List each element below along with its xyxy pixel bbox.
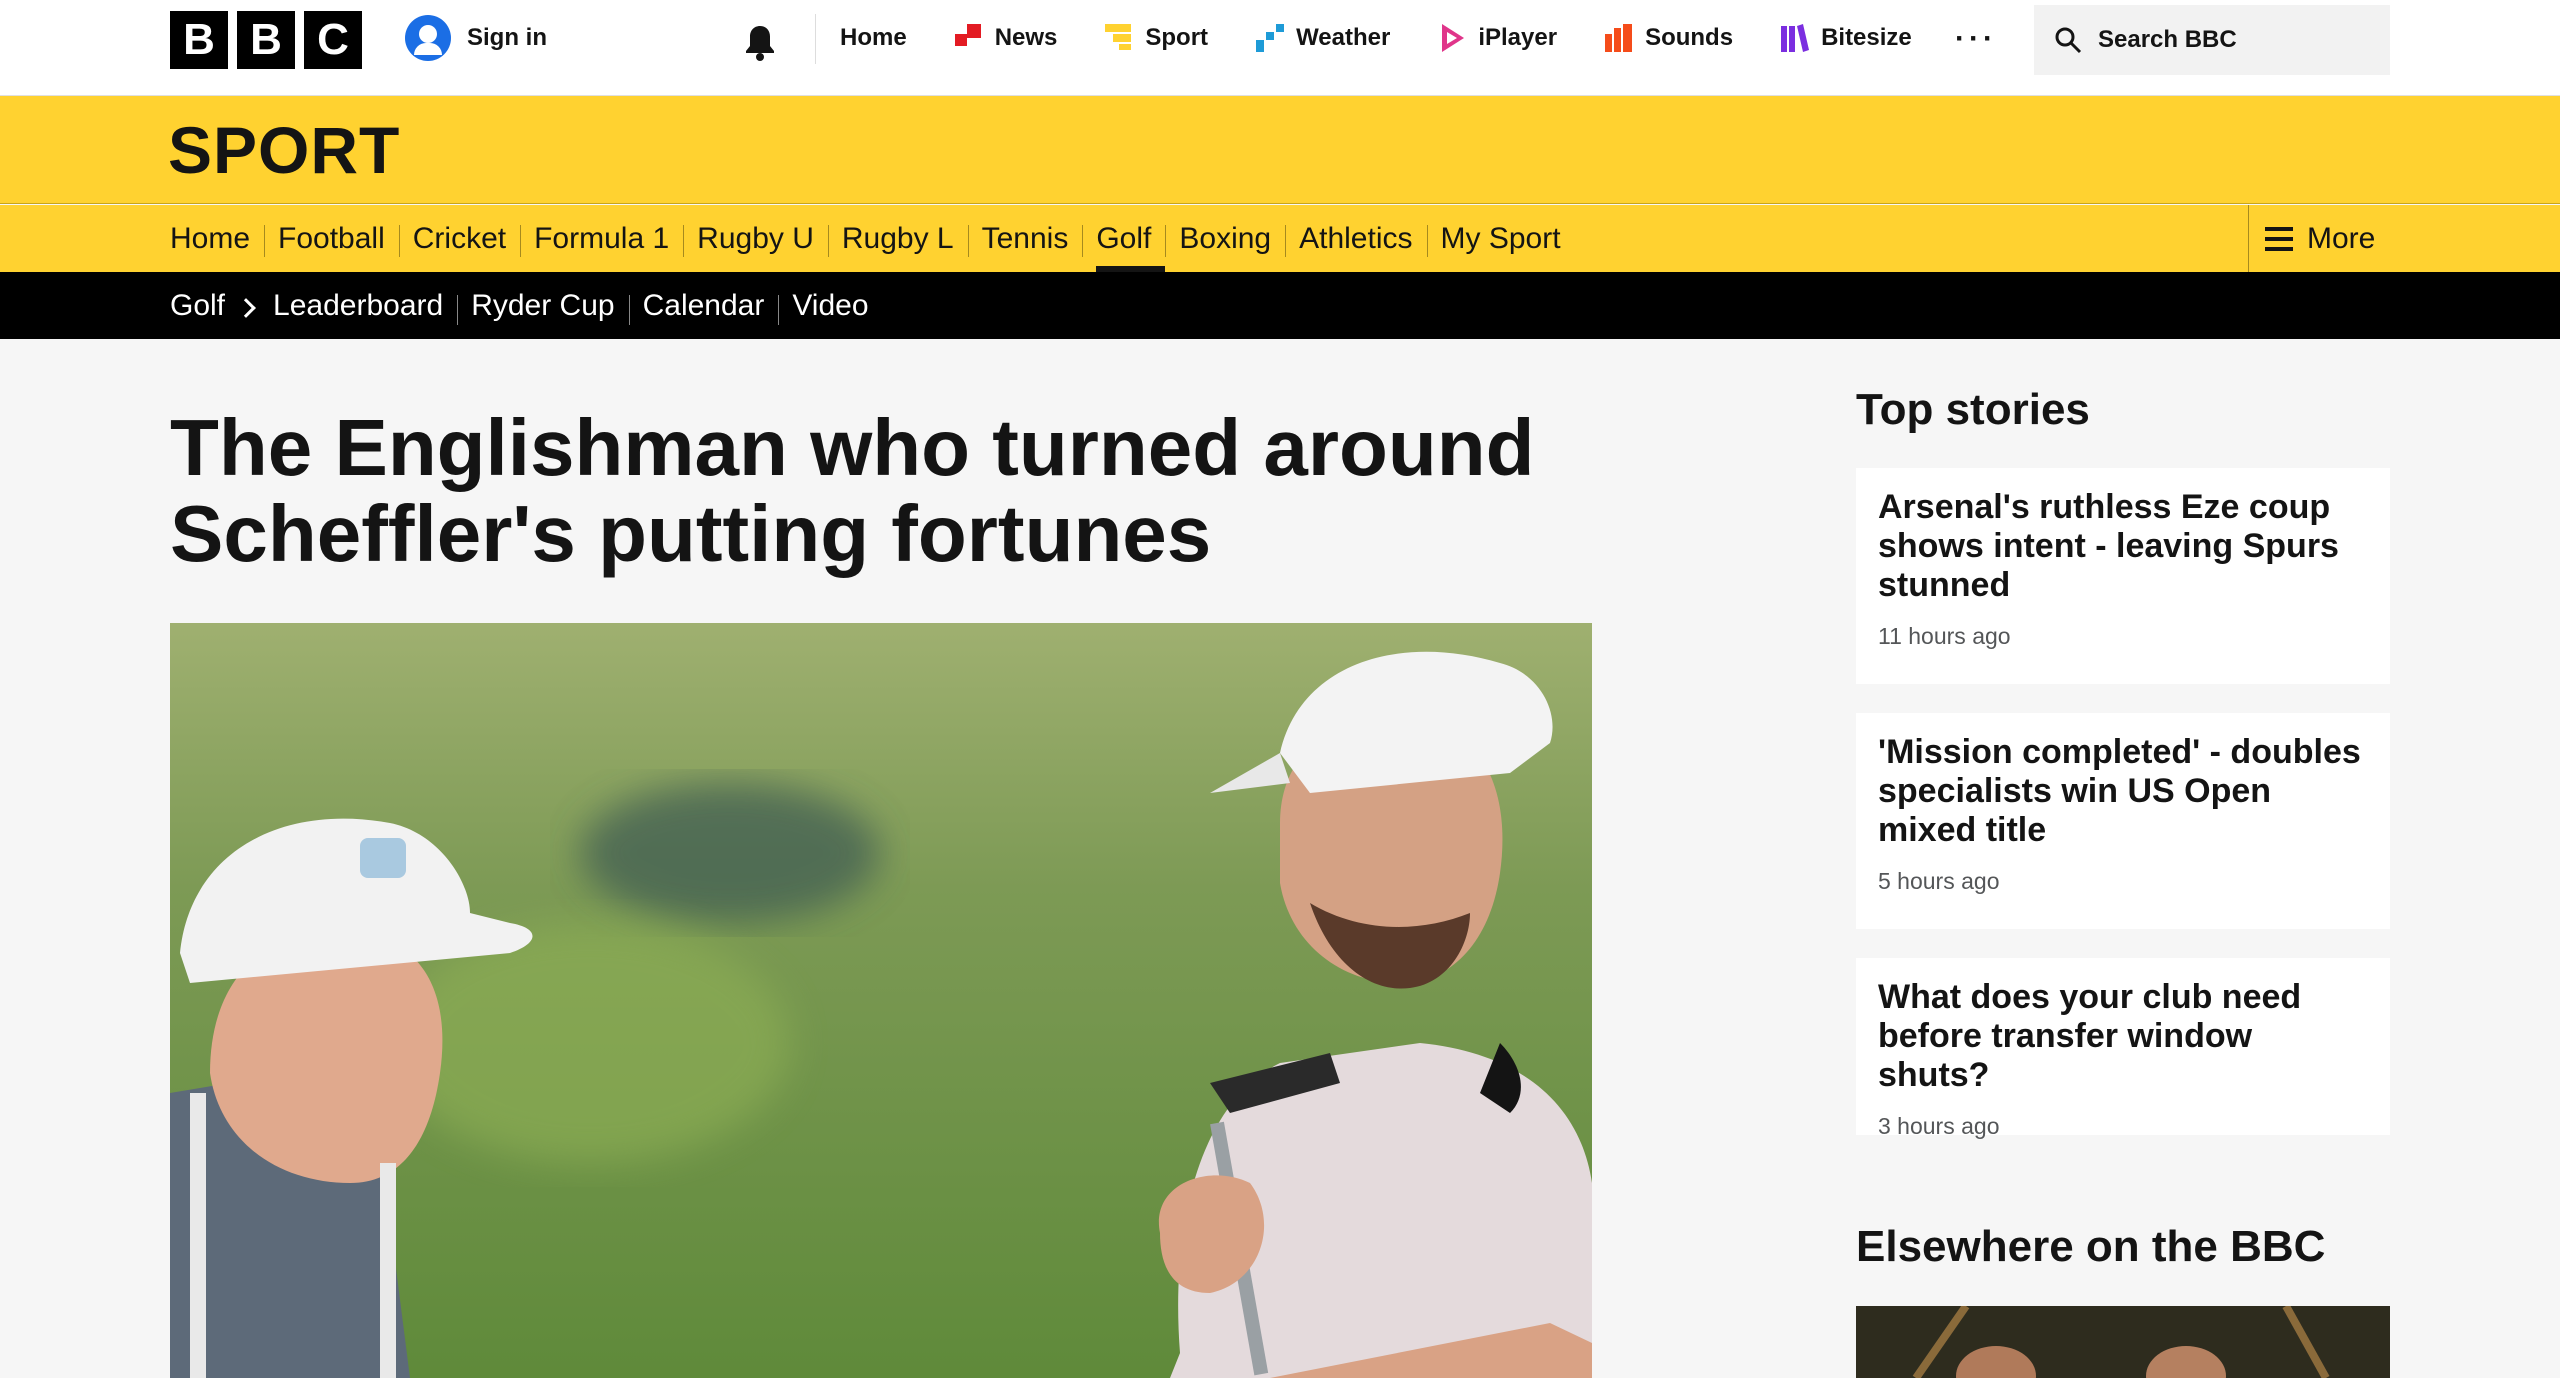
subnav-golf[interactable]: Golf	[156, 289, 239, 323]
sport-nav-cricket[interactable]: Cricket	[398, 205, 520, 272]
top-story-card-3[interactable]: What does your club need before transfer…	[1856, 958, 2390, 1139]
global-nav-sounds-label: Sounds	[1645, 24, 1734, 51]
global-nav-news[interactable]: News	[954, 24, 1058, 52]
elsewhere-on-bbc-heading: Elsewhere on the BBC	[1856, 1222, 2326, 1271]
article-hero-image	[170, 623, 1592, 1378]
global-header: B B C Sign in Home News Sport Weather iP…	[0, 0, 2560, 96]
elsewhere-promo-image[interactable]	[1856, 1306, 2390, 1378]
subnav-calendar[interactable]: Calendar	[628, 289, 779, 325]
global-nav-weather-label: Weather	[1296, 24, 1391, 51]
article-headline: The Englishman who turned around Scheffl…	[170, 403, 1535, 578]
promo-photo	[1856, 1306, 2390, 1378]
global-nav-sounds[interactable]: Sounds	[1605, 24, 1733, 52]
global-nav-sport-label: Sport	[1145, 24, 1209, 51]
global-nav: Home News Sport Weather iPlayer Sounds B…	[840, 0, 1960, 76]
sport-nav-formula-1[interactable]: Formula 1	[520, 205, 683, 272]
search-bbc-field[interactable]: Search BBC	[2034, 5, 2390, 75]
sport-nav-golf[interactable]: Golf	[1082, 205, 1166, 272]
sport-more-label: More	[2307, 221, 2376, 255]
sport-nav: Home Football Cricket Formula 1 Rugby U …	[0, 205, 2560, 272]
top-story-title: 'Mission completed' - doubles specialist…	[1878, 733, 2361, 849]
sport-nav-my-sport[interactable]: My Sport	[1426, 205, 1575, 272]
news-icon	[954, 24, 981, 46]
global-nav-iplayer-label: iPlayer	[1478, 24, 1558, 51]
top-stories-heading: Top stories	[1856, 385, 2090, 434]
subnav-video[interactable]: Video	[778, 289, 882, 325]
header-divider	[815, 14, 816, 64]
sport-nav-rugby-league[interactable]: Rugby L	[827, 205, 968, 272]
sport-nav-rugby-union[interactable]: Rugby U	[683, 205, 828, 272]
sport-nav-athletics[interactable]: Athletics	[1285, 205, 1426, 272]
global-nav-bitesize-label: Bitesize	[1821, 24, 1912, 51]
golfers-photo	[170, 623, 1592, 1378]
global-nav-sport[interactable]: Sport	[1105, 24, 1208, 52]
chevron-right-icon	[236, 297, 256, 318]
sport-nav-home[interactable]: Home	[156, 205, 264, 272]
subnav-chevron	[236, 289, 259, 323]
sounds-icon	[1605, 24, 1633, 52]
logo-letter-c: C	[304, 11, 362, 69]
sport-nav-tennis[interactable]: Tennis	[967, 205, 1083, 272]
top-story-title: Arsenal's ruthless Eze coup shows intent…	[1878, 488, 2339, 604]
sport-more-button[interactable]: More	[2248, 205, 2560, 272]
iplayer-icon	[1442, 24, 1465, 52]
global-nav-news-label: News	[994, 24, 1058, 51]
sport-nav-football[interactable]: Football	[264, 205, 399, 272]
logo-letter-b1: B	[170, 11, 228, 69]
search-icon	[2055, 27, 2082, 54]
global-nav-home-label: Home	[840, 24, 907, 51]
logo-letter-b2: B	[237, 11, 295, 69]
subnav-leaderboard[interactable]: Leaderboard	[259, 289, 457, 323]
search-placeholder: Search BBC	[2098, 26, 2237, 53]
hamburger-menu-icon	[2265, 226, 2293, 251]
account-icon	[405, 15, 451, 61]
weather-icon	[1256, 24, 1285, 52]
golf-subnav: Golf Leaderboard Ryder Cup Calendar Vide…	[0, 272, 2560, 339]
sport-icon	[1105, 24, 1132, 50]
top-story-timestamp: 3 hours ago	[1878, 1113, 2000, 1139]
top-story-title: What does your club need before transfer…	[1878, 978, 2302, 1094]
top-story-card-1[interactable]: Arsenal's ruthless Eze coup shows intent…	[1856, 468, 2390, 684]
sport-header: SPORT	[0, 96, 2560, 204]
sign-in-button[interactable]: Sign in	[405, 15, 547, 61]
sport-nav-boxing[interactable]: Boxing	[1165, 205, 1285, 272]
global-nav-bitesize[interactable]: Bitesize	[1781, 24, 1912, 52]
bbc-logo[interactable]: B B C	[170, 11, 362, 69]
sign-in-label: Sign in	[467, 24, 547, 51]
top-story-timestamp: 5 hours ago	[1878, 868, 2000, 894]
more-menu-button[interactable]: ···	[1955, 22, 1997, 56]
bitesize-icon	[1781, 24, 1810, 52]
top-story-timestamp: 11 hours ago	[1878, 623, 2011, 649]
notifications-bell-icon[interactable]	[740, 22, 780, 62]
global-nav-home[interactable]: Home	[840, 24, 907, 52]
global-nav-weather[interactable]: Weather	[1256, 24, 1390, 52]
subnav-ryder-cup[interactable]: Ryder Cup	[457, 289, 628, 325]
sport-title[interactable]: SPORT	[168, 112, 400, 188]
top-story-card-2[interactable]: 'Mission completed' - doubles specialist…	[1856, 713, 2390, 929]
global-nav-iplayer[interactable]: iPlayer	[1438, 24, 1557, 52]
